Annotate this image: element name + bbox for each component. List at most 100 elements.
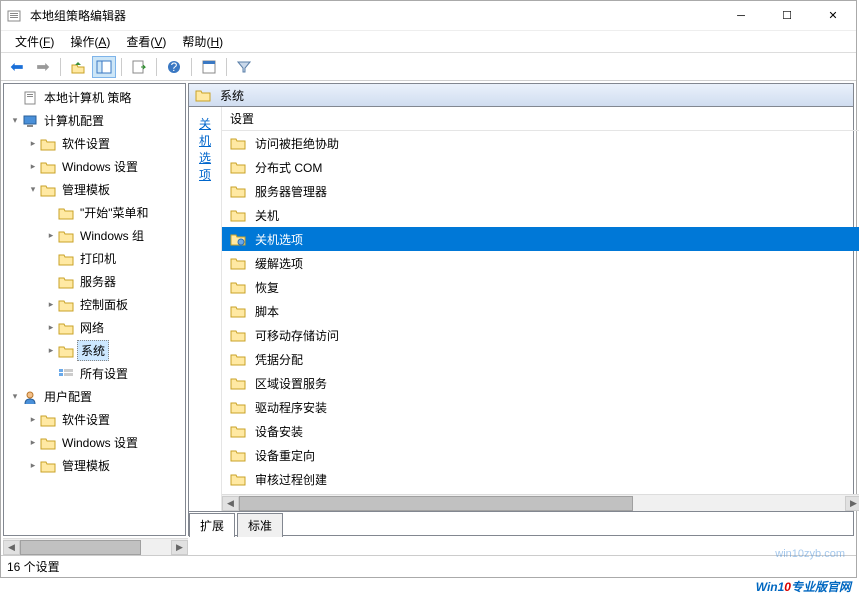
watermark-url: win10zyb.com	[775, 548, 845, 560]
tree-admin-templates-2[interactable]: ▸ 管理模板	[4, 454, 185, 477]
list-item[interactable]: 服务器管理器	[222, 179, 859, 203]
list-column-header[interactable]: 设置	[222, 107, 859, 131]
list-item[interactable]: 恢复	[222, 275, 859, 299]
folder-icon	[230, 399, 246, 415]
back-button[interactable]: ⬅	[5, 56, 29, 78]
list-item[interactable]: 区域设置服务	[222, 371, 859, 395]
content-header-title: 系统	[220, 87, 244, 104]
list-view[interactable]: 访问被拒绝协助分布式 COM 服务器管理器关机关机选项缓解选项恢复脚本可移动存储访…	[222, 131, 859, 494]
toolbar: ⬅ ➡ ?	[1, 53, 856, 81]
list-item-label: 分布式 COM	[255, 159, 322, 176]
tree-windows-settings[interactable]: ▸ Windows 设置	[4, 155, 185, 178]
list-item-label: 凭据分配	[255, 351, 303, 368]
list-item[interactable]: 关机	[222, 203, 859, 227]
scroll-right-button[interactable]: ▶	[171, 540, 188, 555]
chevron-icon[interactable]: ▸	[26, 161, 40, 172]
tree-software-settings-2[interactable]: ▸软件设置	[4, 408, 185, 431]
menu-file[interactable]: 文件(F)	[7, 31, 62, 52]
show-hide-tree-button[interactable]	[92, 56, 116, 78]
chevron-icon[interactable]: ▾	[8, 391, 22, 402]
tree-system[interactable]: ▸系统	[4, 339, 185, 362]
scroll-left-button[interactable]: ◀	[3, 540, 20, 555]
list-item[interactable]: 缓解选项	[222, 251, 859, 275]
list-item[interactable]: 设备安装	[222, 419, 859, 443]
tab-extended[interactable]: 扩展	[189, 513, 235, 537]
maximize-button[interactable]: ☐	[764, 1, 810, 31]
chevron-icon[interactable]: ▸	[44, 322, 58, 333]
list-item[interactable]: 访问被拒绝协助	[222, 131, 859, 155]
list-item[interactable]: 审核过程创建	[222, 467, 859, 491]
horizontal-scrollbar[interactable]: ◀ ▶	[222, 494, 859, 511]
tree-all-settings[interactable]: 所有设置	[4, 362, 185, 385]
folder-icon	[230, 351, 246, 367]
tree-item-label: "开始"菜单和	[77, 203, 152, 222]
list-item-label: 恢复	[255, 279, 279, 296]
minimize-button[interactable]: ─	[718, 1, 764, 31]
folder-icon	[230, 327, 246, 343]
chevron-icon[interactable]: ▸	[26, 437, 40, 448]
chevron-icon[interactable]: ▸	[26, 414, 40, 425]
menubar: 文件(F) 操作(A) 查看(V) 帮助(H)	[1, 31, 856, 53]
description-pane: 关机选项	[189, 107, 221, 511]
folder-icon	[40, 136, 56, 152]
tree-windows-components[interactable]: ▸Windows 组	[4, 224, 185, 247]
scroll-left-button[interactable]: ◀	[222, 496, 239, 511]
tree-item-label: Windows 设置	[59, 157, 141, 176]
titlebar: 本地组策略编辑器 ─ ☐ ✕	[1, 1, 856, 31]
menu-view[interactable]: 查看(V)	[118, 31, 174, 52]
tree-view[interactable]: 本地计算机 策略▾计算机配置▸软件设置▸Windows 设置▾管理模板"开始"菜…	[3, 83, 186, 536]
chevron-icon[interactable]: ▸	[44, 299, 58, 310]
filter-button[interactable]	[232, 56, 256, 78]
export-button[interactable]	[127, 56, 151, 78]
folder-icon	[58, 343, 74, 359]
tree-computer-config[interactable]: ▾计算机配置	[4, 109, 185, 132]
list-item[interactable]: 分布式 COM	[222, 155, 859, 179]
list-icon	[58, 366, 74, 382]
list-item[interactable]: 凭据分配	[222, 347, 859, 371]
scroll-right-button[interactable]: ▶	[845, 496, 859, 511]
tree-user-config[interactable]: ▾ 用户配置	[4, 385, 185, 408]
chevron-icon[interactable]: ▸	[44, 345, 58, 356]
list-item-label: 关机	[255, 207, 279, 224]
tree-printers[interactable]: 打印机	[4, 247, 185, 270]
list-item-label: 设备安装	[255, 423, 303, 440]
menu-action[interactable]: 操作(A)	[62, 31, 118, 52]
tree-software-settings[interactable]: ▸软件设置	[4, 132, 185, 155]
tree-horizontal-scrollbar[interactable]: ◀ ▶	[3, 538, 188, 555]
tree-control-panel[interactable]: ▸控制面板	[4, 293, 185, 316]
properties-button[interactable]	[197, 56, 221, 78]
status-bar: 16 个设置	[1, 555, 856, 577]
chevron-icon[interactable]: ▸	[26, 460, 40, 471]
list-item[interactable]: 关机选项	[222, 227, 859, 251]
tab-bar: 扩展 标准	[188, 512, 854, 536]
folder-icon	[40, 412, 56, 428]
tree-windows-settings-2[interactable]: ▸Windows 设置	[4, 431, 185, 454]
list-item[interactable]: 可移动存储访问	[222, 323, 859, 347]
description-title-link[interactable]: 关机选项	[199, 117, 211, 182]
folder-icon	[58, 251, 74, 267]
chevron-icon[interactable]: ▸	[44, 230, 58, 241]
tree-admin-templates[interactable]: ▾管理模板	[4, 178, 185, 201]
tree-item-label: 用户配置	[41, 387, 95, 406]
chevron-icon[interactable]: ▾	[8, 115, 22, 126]
chevron-icon[interactable]: ▾	[26, 184, 40, 195]
list-item[interactable]: 设备重定向	[222, 443, 859, 467]
tree-root[interactable]: 本地计算机 策略	[4, 86, 185, 109]
close-button[interactable]: ✕	[810, 1, 856, 31]
list-item-label: 服务器管理器	[255, 183, 327, 200]
list-item[interactable]: 驱动程序安装	[222, 395, 859, 419]
tab-standard[interactable]: 标准	[237, 513, 283, 537]
tree-servers[interactable]: 服务器	[4, 270, 185, 293]
watermark-brand: Win10专业版官网	[756, 578, 851, 596]
chevron-icon[interactable]: ▸	[26, 138, 40, 149]
up-button[interactable]	[66, 56, 90, 78]
menu-help[interactable]: 帮助(H)	[174, 31, 231, 52]
tree-start-menu[interactable]: "开始"菜单和	[4, 201, 185, 224]
list-item[interactable]: 脚本	[222, 299, 859, 323]
tree-network[interactable]: ▸网络	[4, 316, 185, 339]
tree-item-label: 所有设置	[77, 364, 131, 383]
separator	[156, 58, 157, 76]
help-button[interactable]: ?	[162, 56, 186, 78]
forward-button[interactable]: ➡	[31, 56, 55, 78]
tree-item-label: 管理模板	[59, 456, 113, 475]
